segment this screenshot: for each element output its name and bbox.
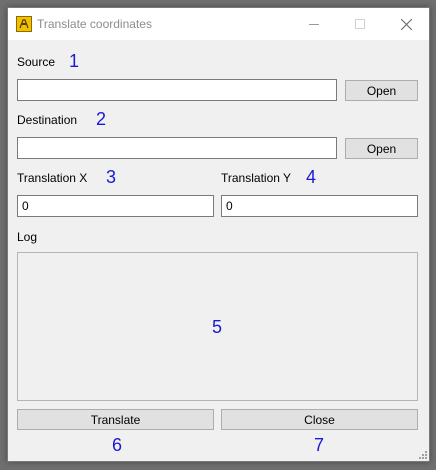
minimize-button[interactable] — [291, 8, 337, 40]
main-window: Translate coordinates Source 1 Open Dest… — [7, 7, 430, 462]
app-icon — [16, 16, 32, 32]
translation-x-input[interactable] — [17, 195, 214, 217]
translation-y-label: Translation Y — [221, 171, 292, 185]
destination-label: Destination — [17, 113, 78, 127]
source-open-button[interactable]: Open — [345, 80, 418, 101]
translation-y-marker: 4 — [306, 167, 317, 187]
resize-grip-icon[interactable] — [417, 449, 427, 459]
destination-open-button[interactable]: Open — [345, 138, 418, 159]
minimize-icon — [309, 24, 319, 25]
translate-marker: 6 — [112, 435, 123, 455]
destination-marker: 2 — [96, 109, 107, 129]
close-marker: 7 — [314, 435, 325, 455]
window-title: Translate coordinates — [37, 17, 152, 31]
maximize-icon — [355, 19, 365, 29]
log-label: Log — [17, 230, 38, 244]
title-bar[interactable]: Translate coordinates — [8, 8, 429, 40]
log-marker: 5 — [212, 317, 223, 337]
maximize-button[interactable] — [337, 8, 383, 40]
close-button[interactable]: Close — [221, 409, 418, 430]
source-marker: 1 — [69, 51, 80, 71]
close-window-button[interactable] — [383, 8, 429, 40]
translation-y-input[interactable] — [221, 195, 418, 217]
source-label: Source — [17, 55, 56, 69]
translation-x-marker: 3 — [106, 167, 117, 187]
translation-x-label: Translation X — [17, 171, 88, 185]
translate-button[interactable]: Translate — [17, 409, 214, 430]
destination-input[interactable] — [17, 137, 337, 159]
close-icon — [400, 18, 412, 30]
source-input[interactable] — [17, 79, 337, 101]
log-output[interactable]: 5 — [17, 252, 418, 401]
